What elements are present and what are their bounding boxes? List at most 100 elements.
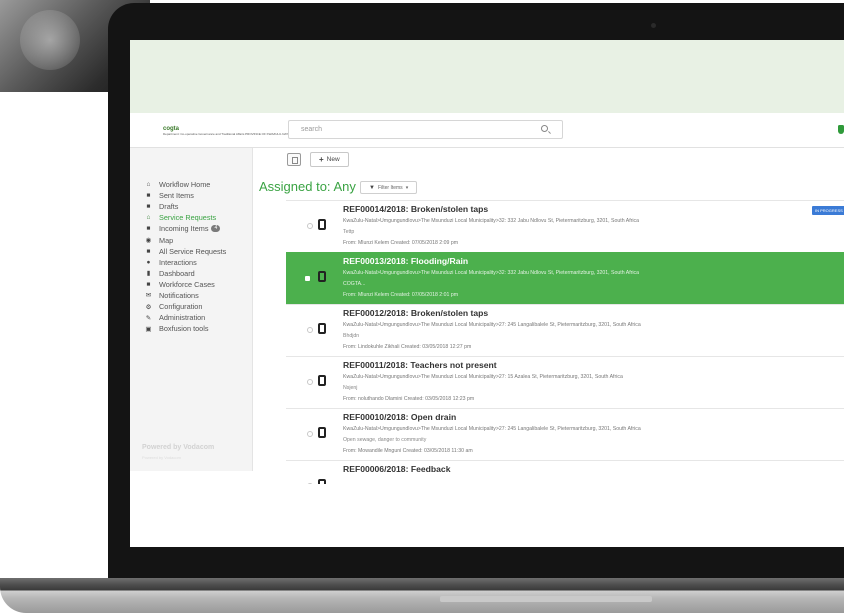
sidebar-item-label: Sent Items bbox=[159, 191, 194, 201]
toolbar: + New bbox=[287, 152, 349, 167]
bar-chart-icon: ▮ bbox=[146, 270, 151, 278]
mobile-phone-icon bbox=[318, 219, 326, 230]
sidebar-item-all-service-requests[interactable]: ■ All Service Requests bbox=[144, 246, 227, 257]
filter-label: Filter Items bbox=[377, 184, 403, 191]
sidebar-item-label: Interactions bbox=[159, 257, 197, 267]
request-description: COGTA... bbox=[343, 281, 366, 287]
request-title[interactable]: REF00006/2018: Feedback bbox=[343, 464, 451, 474]
shield-icon bbox=[838, 125, 844, 134]
mobile-phone-icon bbox=[318, 479, 326, 484]
top-bar: cogta Department: Co-operative Governanc… bbox=[130, 113, 844, 148]
filter-icon: ▼ bbox=[369, 184, 375, 191]
request-title[interactable]: REF00011/2018: Teachers not present bbox=[343, 360, 497, 370]
request-description: Nsjenj bbox=[343, 385, 358, 391]
page-title: Assigned to: Any bbox=[259, 179, 356, 194]
main-panel: + New Assigned to: Any ▼ Filter Items ▾ … bbox=[253, 148, 844, 484]
user-icon: ● bbox=[146, 258, 151, 266]
briefcase-icon: ■ bbox=[146, 192, 151, 200]
list-item[interactable]: REF00013/2018: Flooding/Rain KwaZulu-Nata… bbox=[286, 252, 844, 304]
request-title[interactable]: REF00010/2018: Open drain bbox=[343, 412, 456, 422]
filter-items-button[interactable]: ▼ Filter Items ▾ bbox=[360, 181, 418, 194]
sidebar-item-label: Administration bbox=[159, 313, 206, 323]
count-badge: 4 bbox=[211, 225, 221, 233]
logo[interactable]: cogta Department: Co-operative Governanc… bbox=[158, 117, 291, 145]
request-meta: From: noluthando Dlamini Created: 03/05/… bbox=[343, 396, 475, 402]
wrench-icon: ✎ bbox=[145, 314, 152, 322]
select-checkbox[interactable] bbox=[307, 379, 313, 385]
sidebar-item-interactions[interactable]: ● Interactions bbox=[144, 257, 226, 268]
sidebar-item-label: Dashboard bbox=[159, 268, 195, 278]
sidebar-item-label: Configuration bbox=[159, 302, 203, 312]
request-address: KwaZulu-Natal>Umgungundlovu>The Msunduzi… bbox=[343, 322, 641, 328]
mobile-phone-icon bbox=[318, 427, 326, 438]
briefcase-icon: ■ bbox=[146, 225, 151, 233]
select-checkbox[interactable] bbox=[307, 431, 313, 437]
mobile-phone-icon bbox=[318, 323, 326, 334]
request-title[interactable]: REF00012/2018: Broken/stolen taps bbox=[343, 308, 488, 318]
app-screen: cogta Department: Co-operative Governanc… bbox=[130, 40, 844, 547]
map-pin-icon: ◉ bbox=[145, 237, 152, 245]
sidebar-item-workforce-cases[interactable]: ■ Workforce Cases bbox=[144, 279, 226, 290]
toggle-panel-button[interactable] bbox=[287, 153, 301, 166]
select-checkbox[interactable] bbox=[307, 327, 313, 333]
sidebar-nav: ⌂ Workflow Home ■ Sent Items ■ Drafts ⌂ Service… bbox=[144, 179, 226, 334]
request-meta: From: Mowandile Mnguni Created: 03/05/20… bbox=[343, 448, 473, 454]
list-item[interactable]: REF00006/2018: Feedback bbox=[286, 460, 844, 484]
status-badge: IN PROGRESS bbox=[812, 206, 844, 215]
select-checkbox[interactable] bbox=[307, 483, 313, 484]
sidebar-item-label: Boxfusion tools bbox=[159, 324, 209, 334]
home-icon: ⌂ bbox=[146, 214, 151, 222]
search-placeholder: search bbox=[301, 126, 323, 133]
sidebar-item-label: Notifications bbox=[159, 290, 199, 300]
sidebar-item-dashboard[interactable]: ▮ Dashboard bbox=[144, 268, 226, 279]
sidebar-item-label: All Service Requests bbox=[159, 246, 227, 256]
search-icon[interactable] bbox=[541, 125, 548, 132]
select-checkbox[interactable] bbox=[307, 223, 313, 229]
chevron-down-icon: ▾ bbox=[405, 184, 409, 191]
sidebar-item-label: Workflow Home bbox=[159, 180, 211, 190]
list-item[interactable]: REF00011/2018: Teachers not present KwaZu… bbox=[286, 356, 844, 408]
powered-by-sub: Powered by Vodacom bbox=[142, 455, 181, 460]
list-item[interactable]: REF00014/2018: Broken/stolen taps KwaZulu… bbox=[286, 200, 844, 252]
briefcase-icon: ■ bbox=[146, 203, 151, 211]
request-address: KwaZulu-Natal>Umgungundlovu>The Msunduzi… bbox=[343, 374, 623, 380]
mobile-phone-icon bbox=[318, 375, 326, 386]
request-address: KwaZulu-Natal>Umgungundlovu>The Msunduzi… bbox=[343, 218, 639, 224]
sidebar-item-configuration[interactable]: ⚙ Configuration bbox=[144, 301, 226, 312]
sidebar-item-sent-items[interactable]: ■ Sent Items bbox=[144, 190, 226, 201]
webcam bbox=[651, 23, 656, 28]
plus-icon: + bbox=[319, 155, 324, 164]
briefcase-icon: ■ bbox=[146, 280, 151, 288]
sidebar-item-administration[interactable]: ✎ Administration bbox=[144, 312, 226, 323]
mobile-phone-icon bbox=[318, 271, 326, 282]
sidebar-item-notifications[interactable]: ✉ Notifications bbox=[144, 290, 226, 301]
box-icon: ▣ bbox=[145, 325, 152, 333]
select-checkbox[interactable] bbox=[305, 276, 310, 281]
laptop-notch bbox=[440, 596, 652, 602]
sidebar-item-service-requests[interactable]: ⌂ Service Requests bbox=[144, 212, 226, 223]
request-title[interactable]: REF00014/2018: Broken/stolen taps bbox=[343, 204, 488, 214]
new-button-label: New bbox=[326, 156, 340, 163]
request-list: REF00014/2018: Broken/stolen taps KwaZulu… bbox=[286, 200, 844, 484]
list-item[interactable]: REF00012/2018: Broken/stolen taps KwaZulu… bbox=[286, 304, 844, 356]
powered-by: Powered by Vodacom bbox=[142, 444, 215, 451]
sidebar-item-drafts[interactable]: ■ Drafts bbox=[144, 201, 226, 212]
sidebar-item-boxfusion-tools[interactable]: ▣ Boxfusion tools bbox=[144, 323, 226, 334]
logo-subtitle: Department: Co-operative Governance and … bbox=[163, 132, 292, 136]
sidebar-item-label: Incoming Items bbox=[159, 224, 209, 234]
sidebar-item-incoming-items[interactable]: ■ Incoming Items 4 bbox=[144, 223, 226, 234]
request-title[interactable]: REF00013/2018: Flooding/Rain bbox=[343, 256, 468, 266]
request-meta: From: Mlunzi Kelem Created: 07/05/2018 2… bbox=[343, 292, 459, 298]
logo-text: cogta Department: Co-operative Governanc… bbox=[163, 126, 291, 136]
sidebar-item-workflow-home[interactable]: ⌂ Workflow Home bbox=[144, 179, 226, 190]
request-description: Bhdjdn bbox=[343, 333, 360, 339]
home-icon: ⌂ bbox=[146, 181, 151, 189]
gear-icon: ⚙ bbox=[145, 303, 152, 311]
envelope-icon: ✉ bbox=[145, 292, 152, 300]
photo-stage: cogta Department: Co-operative Governanc… bbox=[0, 0, 844, 613]
request-address: KwaZulu-Natal>Umgungundlovu>The Msunduzi… bbox=[343, 270, 639, 276]
search-input[interactable]: search bbox=[288, 120, 563, 139]
new-button[interactable]: + New bbox=[310, 152, 349, 167]
list-item[interactable]: REF00010/2018: Open drain KwaZulu-Natal>U… bbox=[286, 408, 844, 460]
sidebar-item-map[interactable]: ◉ Map bbox=[144, 234, 226, 245]
